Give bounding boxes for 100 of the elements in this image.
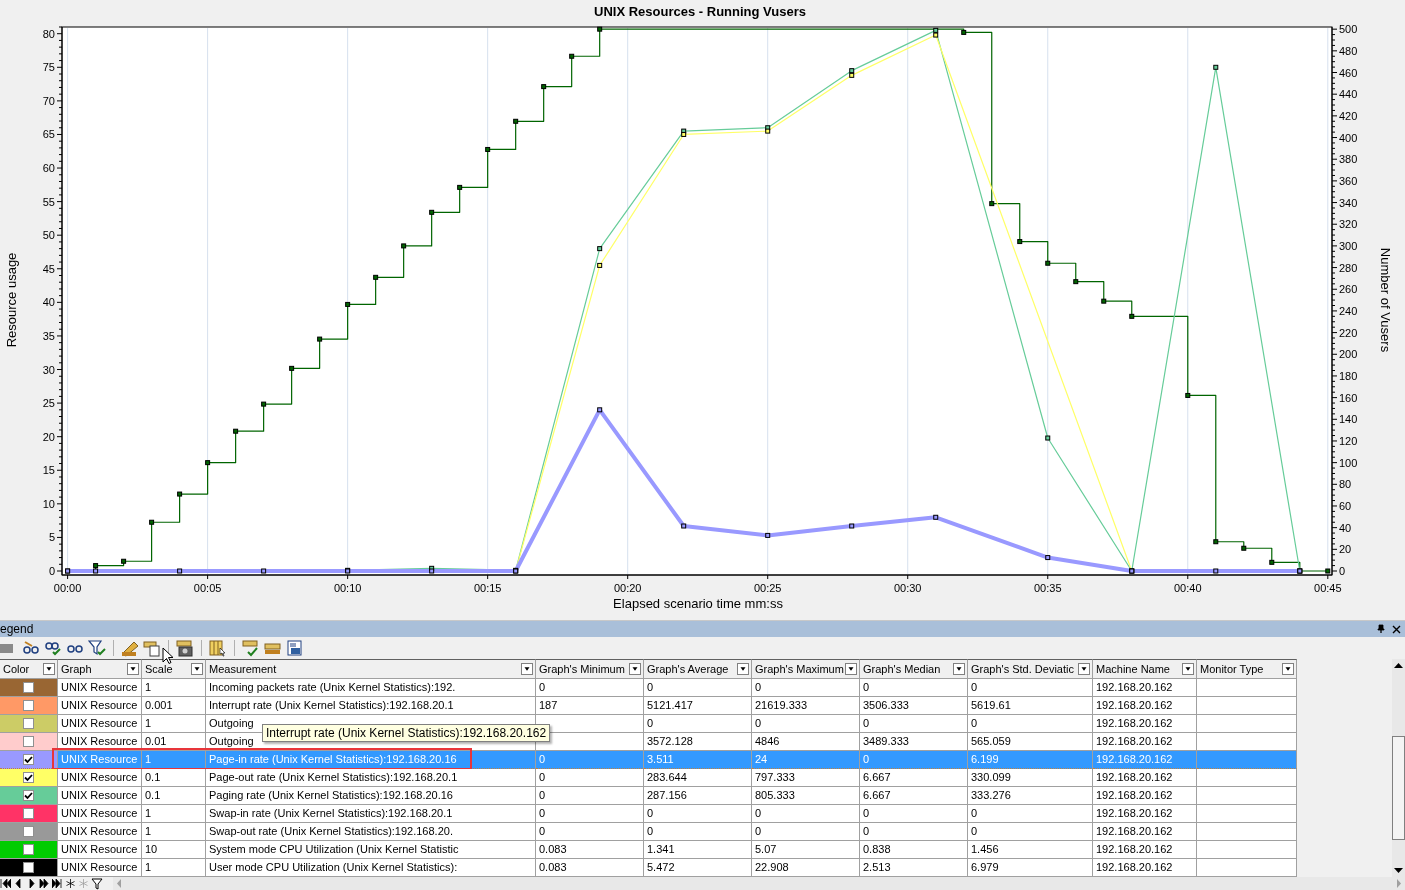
columns-icon[interactable] <box>209 639 227 657</box>
data-point <box>149 519 155 525</box>
axis-tick-label: 10 <box>42 497 55 510</box>
data-point <box>569 53 575 59</box>
data-point <box>457 184 463 190</box>
ruler-check-icon[interactable] <box>242 639 260 657</box>
table-cell: 0 <box>752 679 860 697</box>
table-row[interactable]: UNIX Resource 1 Swap-in rate (Unix Kernel Statistics):192.168.20.1 0 0 0 0 0 192.168.20.162 <box>0 805 1392 823</box>
table-cell: 0 <box>644 823 752 841</box>
last-record-icon[interactable] <box>52 878 63 889</box>
column-header[interactable]: Scale <box>142 659 206 679</box>
table-cell: 192.168.20.162 <box>1093 679 1197 697</box>
dropdown-icon[interactable] <box>1282 663 1294 675</box>
dropdown-icon[interactable] <box>737 663 749 675</box>
table-row[interactable]: UNIX Resource 10 System mode CPU Utilization (Unix Kernel Statistic 0.083 1.341 5.07 0.838 1.456 192.168.20.162 <box>0 841 1392 859</box>
checkbox[interactable] <box>23 772 34 783</box>
data-point <box>1269 559 1275 565</box>
table-cell: 1 <box>142 805 206 823</box>
dropdown-icon[interactable] <box>191 663 203 675</box>
first-record-icon[interactable] <box>0 878 11 889</box>
close-icon[interactable] <box>1392 624 1401 634</box>
table-cell: 0 <box>536 805 644 823</box>
pin-icon[interactable] <box>1376 624 1386 634</box>
column-header[interactable]: Graph's Maximum <box>752 659 860 679</box>
filter-icon[interactable] <box>91 877 103 890</box>
dropdown-icon[interactable] <box>845 663 857 675</box>
axis-tick-label: 0 <box>48 565 55 577</box>
data-point <box>1213 539 1219 545</box>
dropdown-icon[interactable] <box>1182 663 1194 675</box>
table-cell: 283.644 <box>644 769 752 787</box>
data-point <box>261 568 267 574</box>
axis-tick-label: 280 <box>1339 261 1358 274</box>
table-cell: 192.168.20.162 <box>1093 769 1197 787</box>
checkbox[interactable] <box>23 718 34 729</box>
axis-tick-label: 60 <box>1339 500 1352 512</box>
table-row[interactable]: UNIX Resource 0.1 Page-out rate (Unix Kernel Statistics):192.168.20.1 0 283.644 797.333 6.667 330.099 192.168.20.162 <box>0 769 1392 787</box>
checkbox[interactable] <box>23 844 34 855</box>
table-cell: UNIX Resource <box>58 823 142 841</box>
column-header[interactable]: Graph's Median <box>860 659 968 679</box>
axis-tick-label: 40 <box>1339 521 1352 534</box>
axis-tick-label: 00:00 <box>53 582 82 594</box>
dropdown-icon[interactable] <box>629 663 641 675</box>
data-point <box>989 201 995 207</box>
axis-tick-label: 35 <box>42 329 55 342</box>
axis-tick-label: 400 <box>1339 131 1358 144</box>
column-header[interactable]: Graph <box>58 659 142 679</box>
table-row[interactable]: UNIX Resource 1 Swap-out rate (Unix Kernel Statistics):192.168.20. 0 0 0 0 0 192.168.20.162 <box>0 823 1392 841</box>
axis-tick-label: 00:45 <box>1314 582 1342 594</box>
axis-tick-label: 140 <box>1339 413 1358 426</box>
table-cell: 333.276 <box>968 787 1093 805</box>
table-row[interactable]: UNIX Resource 0.001 Interrupt rate (Unix Kernel Statistics):192.168.20.1 187 5121.417 21619.333 3506.333 5619.61 192.168.20.162 <box>0 697 1392 715</box>
table-cell: 21619.333 <box>752 697 860 715</box>
column-header[interactable]: Graph's Std. Deviatic <box>968 659 1093 679</box>
table-cell: 805.333 <box>752 787 860 805</box>
checkbox[interactable] <box>23 736 34 747</box>
axis-tick-label: 75 <box>42 61 55 74</box>
checkbox[interactable] <box>23 862 34 873</box>
axis-tick-label: 00:30 <box>893 582 922 594</box>
asterisk-icon[interactable] <box>65 878 76 889</box>
document-icon[interactable] <box>143 639 161 657</box>
checkbox[interactable] <box>23 700 34 711</box>
dropdown-icon[interactable] <box>1078 663 1090 675</box>
dropdown-icon[interactable] <box>521 663 533 675</box>
dropdown-icon[interactable] <box>127 663 139 675</box>
column-header[interactable]: Monitor Type <box>1197 659 1297 679</box>
glasses-icon[interactable] <box>22 639 40 657</box>
axis-tick-label: 65 <box>42 128 55 141</box>
checkbox[interactable] <box>23 826 34 837</box>
projector-icon[interactable] <box>176 639 194 657</box>
checkbox[interactable] <box>23 790 34 801</box>
axis-tick-label: 60 <box>42 162 55 175</box>
ruler-icon[interactable] <box>121 639 139 657</box>
checkbox[interactable] <box>23 754 34 765</box>
checkbox[interactable] <box>23 682 34 693</box>
dropdown-icon[interactable] <box>953 663 965 675</box>
checkbox[interactable] <box>23 808 34 819</box>
column-header[interactable]: Graph's Minimum <box>536 659 644 679</box>
axis-title: Number of Vusers <box>1378 247 1393 353</box>
table-row[interactable]: UNIX Resource 1 User mode CPU Utilization (Unix Kernel Statistics): 0.083 5.472 22.908 2.513 6.979 192.168.20.162 <box>0 859 1392 877</box>
data-point <box>597 246 603 252</box>
data-point <box>429 209 435 215</box>
glasses-icon[interactable] <box>44 639 62 657</box>
scroll-thumb[interactable] <box>1392 736 1405 840</box>
save-icon[interactable] <box>286 639 304 657</box>
scrollbar[interactable] <box>1392 659 1405 877</box>
axis-tick-label: 30 <box>42 363 55 376</box>
column-header[interactable]: Color <box>0 659 58 679</box>
dropdown-icon[interactable] <box>43 663 55 675</box>
table-row[interactable]: UNIX Resource 1 Incoming packets rate (Unix Kernel Statistics):192. 0 0 0 0 0 192.168.20.162 <box>0 679 1392 697</box>
table-row[interactable]: UNIX Resource 0.1 Paging rate (Unix Kernel Statistics):192.168.20.16 0 287.156 805.333 6.667 333.276 192.168.20.162 <box>0 787 1392 805</box>
table-cell: 192.168.20.162 <box>1093 715 1197 733</box>
axis-tick-label: 80 <box>42 27 55 40</box>
table-cell: Interrupt rate (Unix Kernel Statistics):192.168.20.1 <box>206 697 536 715</box>
column-header[interactable]: Graph's Average <box>644 659 752 679</box>
data-point <box>961 29 967 35</box>
table-cell: 0 <box>644 805 752 823</box>
column-header[interactable]: Machine Name <box>1093 659 1197 679</box>
column-header[interactable]: Measurement <box>206 659 536 679</box>
filter-icon[interactable] <box>88 639 106 657</box>
table-cell: 187 <box>536 697 644 715</box>
